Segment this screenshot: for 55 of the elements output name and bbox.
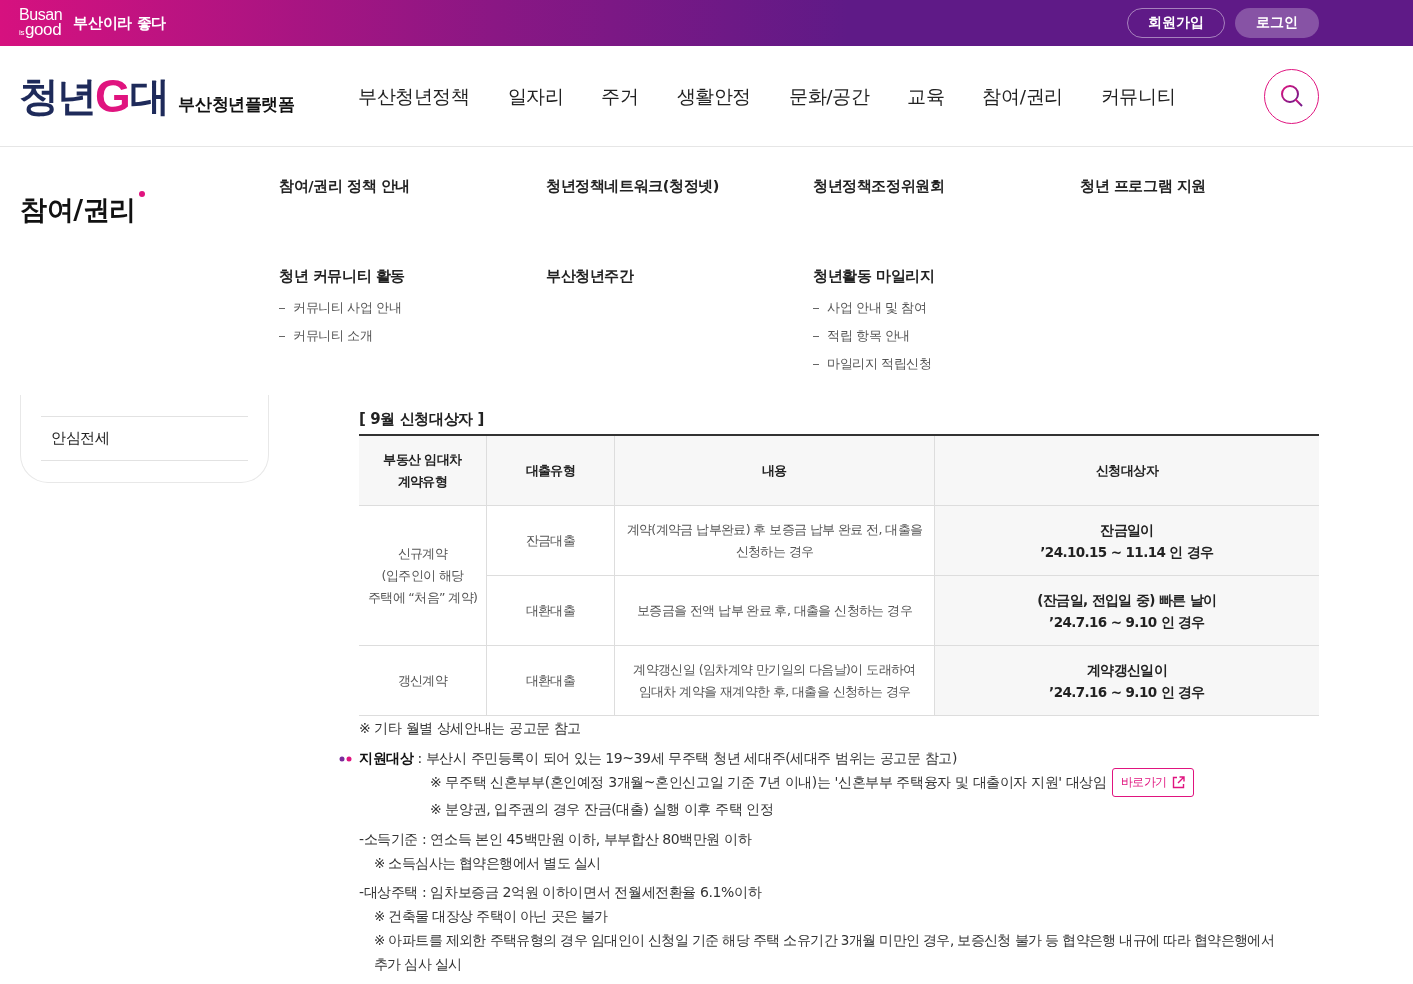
column-header: 부동산 임대차 계약유형 (359, 435, 487, 506)
menu-link[interactable]: 청년정책네트워크(청정넷) (546, 177, 720, 196)
table-cell: 대환대출 (486, 575, 615, 646)
submenu-link[interactable]: 커뮤니티 소개 (293, 327, 373, 345)
menu-link[interactable]: 청년정책조정위원회 (813, 177, 945, 196)
submenu-link[interactable]: 커뮤니티 사업 안내 (293, 299, 402, 317)
nav-link[interactable]: 일자리 (507, 83, 564, 109)
submenu-link[interactable]: 마일리지 적립신청 (827, 355, 932, 373)
table-cell: 잔금일이 ’24.10.15 ~ 11.14 인 경우 (934, 505, 1319, 576)
table-cell: 계약갱신일 (임차계약 만기일의 다음날)이 도래하여 임대차 계약을 재계약한 후, 대출을 신청하는 경우 (614, 645, 935, 716)
header-button[interactable]: 로그인 (1235, 8, 1319, 38)
menu-title: 참여/권리 (20, 189, 145, 227)
menu-link[interactable]: 참여/권리 정책 안내 (279, 177, 410, 196)
note-text: ※ 소득심사는 협약은행에서 별도 실시 (374, 854, 602, 873)
table-cell: 계약(계약금 납부완료) 후 보증금 납부 완료 전, 대출을 신청하는 경우 (614, 505, 935, 576)
table-cell: 잔금대출 (486, 505, 615, 576)
nav-link[interactable]: 교육 (907, 83, 945, 109)
search-icon (1278, 83, 1305, 109)
submenu-link[interactable]: 사업 안내 및 참여 (827, 299, 927, 317)
table-cell: (잔금일, 전입일 중) 빠른 날이 ’24.7.16 ~ 9.10 인 경우 (934, 575, 1319, 646)
note-text: ※ 아파트를 제외한 주택유형의 경우 임대인이 신청일 기준 해당 주택 소유기간 3개월 미만인 경우, 보증신청 불가 등 협약은행 내규에 따라 협약은행에서 추가 심사 실시 (374, 931, 1276, 974)
menu-link[interactable]: 청년 프로그램 지원 (1080, 177, 1207, 196)
table-caption: [ 9월 신청대상자 ] (359, 410, 485, 429)
note-text: ※ 분양권, 입주권의 경우 잔금(대출) 실행 이후 주택 인정 (430, 800, 774, 819)
menu-link[interactable]: 청년활동 마일리지 (813, 267, 935, 286)
criteria-text: -소득기준 : 연소득 본인 45백만원 이하, 부부합산 80백만원 이하 (359, 830, 753, 849)
table-note: ※ 기타 월별 상세안내는 공고문 참고 (359, 720, 582, 738)
support-target-text: 지원대상 : 부산시 주민등록이 되어 있는 19~39세 무주택 청년 세대주(세대주 범위는 공고문 참고) (359, 750, 957, 768)
table-cell: 갱신계약 (359, 645, 487, 716)
submenu-link[interactable]: 적립 항목 안내 (827, 327, 911, 345)
table-cell: 계약갱신일이 ’24.7.16 ~ 9.10 인 경우 (934, 645, 1319, 716)
sidebar-item[interactable]: 안심전세 (41, 416, 248, 461)
nav-link[interactable]: 주거 (601, 83, 639, 109)
column-header: 대출유형 (486, 435, 615, 506)
slogan: 부산이라 좋다 (73, 13, 166, 33)
menu-link[interactable]: 청년 커뮤니티 활동 (279, 267, 406, 286)
nav-link[interactable]: 부산청년정책 (358, 83, 470, 109)
nav-link[interactable]: 생활안정 (676, 83, 752, 109)
column-header: 신청대상자 (934, 435, 1319, 506)
menu-link[interactable]: 부산청년주간 (546, 267, 634, 286)
note-text: ※ 무주택 신혼부부(혼인예정 3개월~혼인신고일 기준 7년 이내)는 '신혼부부 주택융자 및 대출이자 지원' 대상임 (430, 773, 1107, 792)
external-link-icon (1171, 776, 1185, 789)
nav-link[interactable]: 커뮤니티 (1100, 83, 1176, 109)
table-cell: 대환대출 (486, 645, 615, 716)
note-text: ※ 건축물 대장상 주택이 아닌 곳은 불가 (374, 907, 609, 926)
column-header: 내용 (614, 435, 935, 506)
bullet-icon (339, 756, 352, 762)
nav-link[interactable]: 문화/공간 (789, 83, 870, 109)
busan-logo[interactable]: Busan isgood (19, 6, 63, 40)
site-logo[interactable]: 청년G대 부산청년플랫폼 (19, 74, 358, 118)
table-cell: 보증금을 전액 납부 완료 후, 대출을 신청하는 경우 (614, 575, 935, 646)
nav-link[interactable]: 참여/권리 (982, 83, 1063, 109)
shortcut-link[interactable]: 바로가기 (1111, 768, 1194, 797)
criteria-text: -대상주택 : 임차보증금 2억원 이하이면서 전월세전환율 6.1%이하 (359, 883, 763, 902)
table-cell: 신규계약 (입주인이 해당 주택에 “처음” 계약) (359, 505, 487, 646)
